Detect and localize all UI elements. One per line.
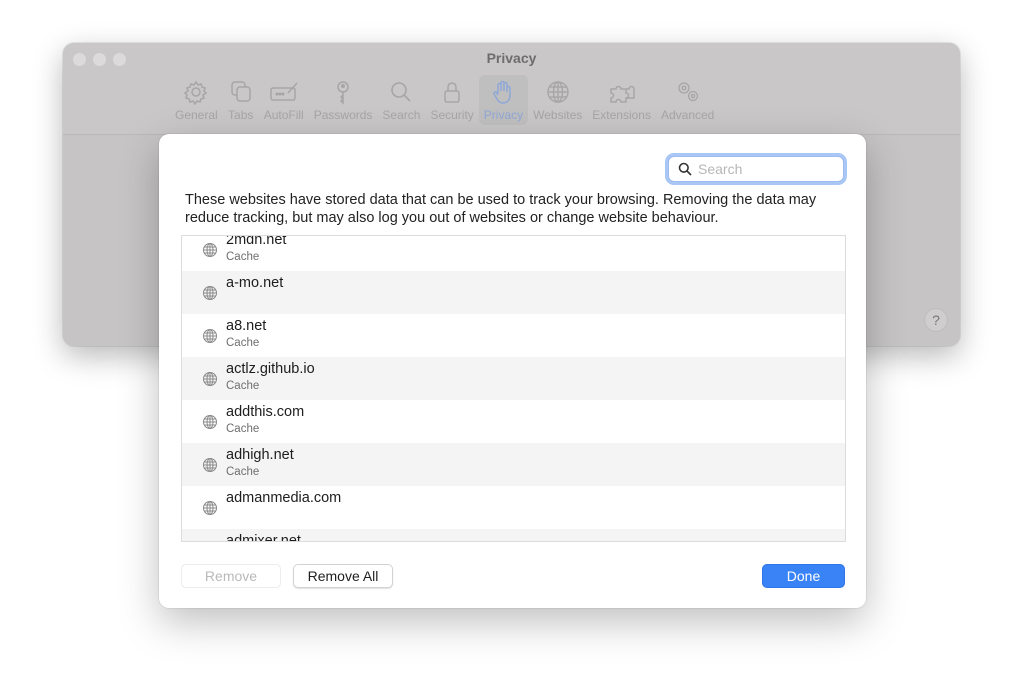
website-row[interactable]: adhigh.net Cache bbox=[182, 443, 845, 486]
website-name: admixer.net bbox=[226, 533, 301, 542]
tab-search[interactable]: Search bbox=[377, 75, 425, 125]
gear-icon bbox=[184, 80, 208, 105]
preferences-toolbar: General Tabs AutoFill Passwords Search S… bbox=[170, 75, 719, 127]
website-row[interactable]: 2mdn.net Cache bbox=[182, 235, 845, 271]
gears-icon bbox=[678, 82, 698, 102]
tab-general[interactable]: General bbox=[170, 75, 223, 125]
tab-websites[interactable]: Websites bbox=[528, 75, 587, 125]
key-icon bbox=[337, 81, 349, 105]
autofill-icon bbox=[269, 82, 298, 101]
puzzle-icon bbox=[609, 85, 635, 103]
website-name: admanmedia.com bbox=[226, 490, 342, 506]
globe-icon bbox=[203, 329, 217, 343]
website-row[interactable]: a8.net Cache bbox=[182, 314, 845, 357]
titlebar: Privacy General Tabs AutoFill Passwords … bbox=[63, 43, 960, 135]
done-button[interactable]: Done bbox=[762, 564, 845, 588]
website-list[interactable]: 2mdn.net Cache a-mo.net a8.net Cache act… bbox=[181, 235, 846, 542]
website-name: addthis.com bbox=[226, 404, 305, 420]
website-name: a-mo.net bbox=[226, 275, 284, 291]
tab-passwords[interactable]: Passwords bbox=[309, 75, 378, 125]
tab-extensions[interactable]: Extensions bbox=[587, 75, 656, 125]
data-kind: Cache bbox=[226, 380, 260, 392]
globe-icon bbox=[203, 286, 217, 300]
search-input[interactable] bbox=[698, 161, 838, 177]
tabs-icon bbox=[230, 81, 251, 102]
website-name: 2mdn.net bbox=[226, 235, 287, 248]
globe-icon bbox=[203, 501, 217, 515]
tab-security[interactable]: Security bbox=[425, 75, 478, 125]
lock-icon bbox=[444, 82, 460, 103]
tab-privacy[interactable]: Privacy bbox=[478, 75, 529, 125]
data-kind: Cache bbox=[226, 251, 260, 263]
globe-icon bbox=[203, 372, 217, 386]
tab-tabs[interactable]: Tabs bbox=[223, 75, 259, 125]
help-button[interactable]: ? bbox=[924, 308, 948, 332]
website-name: adhigh.net bbox=[226, 447, 294, 463]
tab-autofill[interactable]: AutoFill bbox=[259, 75, 309, 125]
globe-icon bbox=[203, 415, 217, 429]
website-row[interactable]: actlz.github.io Cache bbox=[182, 357, 845, 400]
tab-advanced[interactable]: Advanced bbox=[656, 75, 719, 125]
data-kind: Cache bbox=[226, 423, 260, 435]
website-name: actlz.github.io bbox=[226, 361, 315, 377]
website-row[interactable]: admixer.net bbox=[182, 529, 845, 542]
data-kind: Cache bbox=[226, 466, 260, 478]
website-name: a8.net bbox=[226, 318, 267, 334]
window-title: Privacy bbox=[486, 50, 537, 66]
globe-icon bbox=[203, 458, 217, 472]
globe-icon bbox=[203, 243, 217, 257]
remove-all-button[interactable]: Remove All bbox=[293, 564, 393, 588]
search-icon bbox=[391, 82, 411, 102]
website-row[interactable]: a-mo.net bbox=[182, 271, 845, 314]
website-data-sheet: These websites have stored data that can… bbox=[159, 134, 866, 608]
website-row[interactable]: admanmedia.com bbox=[182, 486, 845, 529]
data-kind: Cache bbox=[226, 337, 260, 349]
remove-button[interactable]: Remove bbox=[181, 564, 281, 588]
search-icon bbox=[678, 162, 692, 176]
search-field[interactable] bbox=[668, 156, 844, 182]
description-text: These websites have stored data that can… bbox=[185, 192, 817, 226]
hand-icon bbox=[493, 80, 512, 104]
globe-icon bbox=[547, 81, 569, 103]
website-row[interactable]: addthis.com Cache bbox=[182, 400, 845, 443]
